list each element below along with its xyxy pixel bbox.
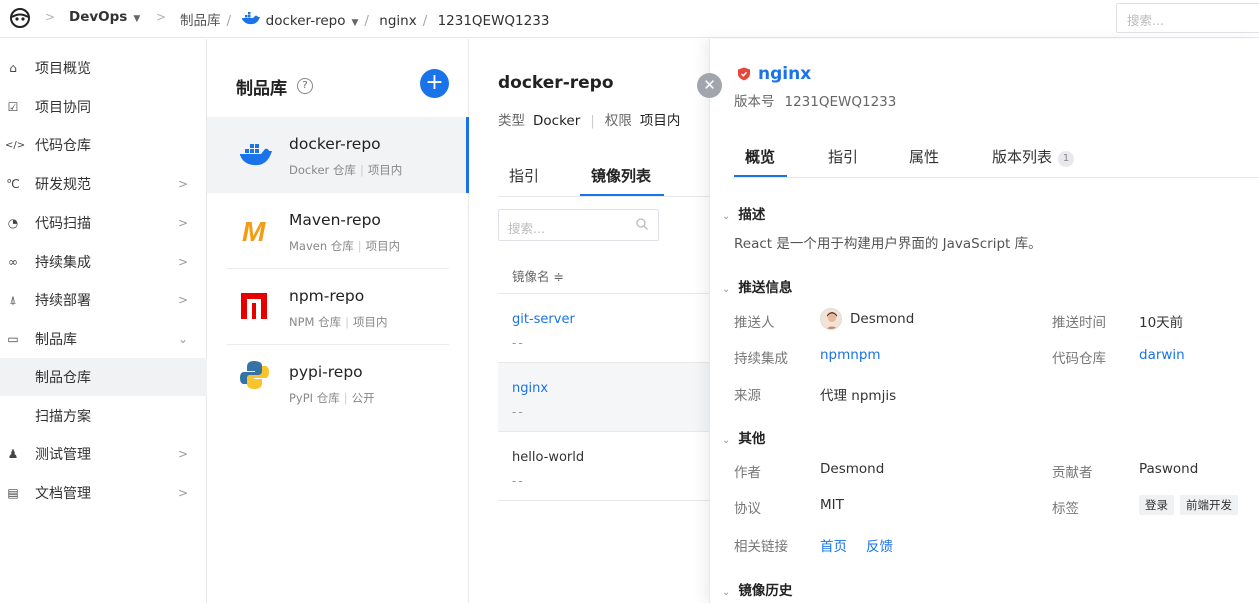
nav-item-test[interactable]: ♟ 测试管理 > [0,435,207,473]
chevron-down-icon: ⌄ [722,211,731,222]
global-search-input[interactable]: 搜索... [1116,3,1259,33]
repo-item-pypi[interactable]: pypi-repo PyPI 仓库 | 公开 [207,345,469,421]
nav-item-code[interactable]: </> 代码仓库 [0,126,207,164]
overview-icon: ⌂ [9,61,17,75]
breadcrumb-image[interactable]: nginx [379,13,416,29]
nav-item-artifact-repos[interactable]: 制品仓库 [0,358,207,396]
repo-tabs: 指引 镜像列表 [498,157,709,197]
nav-item-scan[interactable]: ◔ 代码扫描 > [0,204,207,242]
add-repo-button[interactable]: + [420,69,449,98]
chevron-right-icon: > [178,177,189,191]
tab-overview[interactable]: 概览 [745,146,775,167]
image-title: nginx [758,64,812,84]
active-tab-indicator [580,194,664,196]
repo-title: docker-repo [498,73,614,93]
image-row-git-server[interactable]: git-server -- [498,294,709,363]
top-bar: > DevOps ▼ > 制品库 / docker-repo ▼ / nginx/ 12… [0,0,1259,38]
chevron-right-icon: > [178,293,189,307]
tag-list: 登录 前端开发 [1139,495,1244,515]
tab-guide[interactable]: 指引 [509,165,539,186]
chevron-right-icon: > [178,255,189,269]
nav-item-deploy[interactable]: ⍋ 持续部署 > [0,281,207,319]
svg-text:M: M [242,216,266,245]
nav-item-ci[interactable]: ∞ 持续集成 > [0,243,207,281]
avatar [820,308,842,330]
chevron-down-icon: ⌄ [722,284,731,295]
docker-icon [242,12,261,25]
image-name-column-header[interactable]: 镜像名 ≑ [498,254,709,294]
test-icon: ♟ [7,447,19,461]
rule-icon: ℃ [6,177,20,191]
breadcrumb-artifact[interactable]: 制品库 [180,13,221,29]
repo-detail-panel: docker-repo 类型 Docker | 权限 项目内 指引 镜像列表 搜索...… [469,39,709,603]
chevron-right-icon: > [178,447,189,461]
image-row-hello-world[interactable]: hello-world -- [498,432,709,501]
nav-item-overview[interactable]: ⌂ 项目概览 [0,49,207,87]
close-detail-button[interactable]: ✕ [697,73,722,98]
repo-item-docker[interactable]: docker-repo Docker 仓库 | 项目内 [207,117,469,193]
project-switcher[interactable]: DevOps ▼ [69,9,140,25]
chevron-right-icon: > [45,10,56,24]
nav-item-artifact[interactable]: ▭ 制品库 ⌄ [0,320,207,358]
repo-item-maven[interactable]: M Maven-repo Maven 仓库 | 项目内 [207,193,469,269]
dropdown-arrow-icon: ▼ [133,14,141,24]
breadcrumb: 制品库 / docker-repo ▼ / nginx/ 1231QEWQ1233 [180,12,550,29]
deploy-icon: ⍋ [9,292,17,307]
tag[interactable]: 登录 [1139,495,1174,515]
chevron-right-icon: > [178,216,189,230]
section-image-history[interactable]: ⌄ 镜像历史 [722,579,792,599]
scan-icon: ◔ [7,216,19,230]
breadcrumb-version: 1231QEWQ1233 [437,13,550,29]
repo-item-npm[interactable]: npm-repo NPM 仓库 | 项目内 [207,269,469,345]
description-text: React 是一个用于构建用户界面的 JavaScript 库。 [734,236,1042,252]
chevron-right-icon: > [156,10,167,24]
repo-list-title: 制品库 [236,79,287,99]
docker-icon [240,144,272,166]
chevron-down-icon: ⌄ [722,435,731,446]
shield-icon [738,67,750,81]
section-description[interactable]: ⌄ 描述 [722,203,765,223]
repo-meta: 类型 Docker | 权限 项目内 [498,113,681,129]
doc-icon: ▤ [7,486,19,500]
npm-icon [241,293,267,319]
tab-version-list[interactable]: 版本列表 1 [992,146,1075,167]
ci-link[interactable]: npmnpm [820,347,881,363]
section-other[interactable]: ⌄ 其他 [722,427,765,447]
nav-item-rules[interactable]: ℃ 研发规范 > [0,165,207,203]
breadcrumb-repo[interactable]: docker-repo [266,13,346,29]
tab-image-list[interactable]: 镜像列表 [591,165,651,186]
ci-icon: ∞ [8,255,18,269]
maven-icon: M [242,216,266,245]
image-row-nginx[interactable]: nginx -- [498,363,709,432]
help-icon[interactable]: ? [297,78,313,94]
image-detail-drawer: nginx 版本号 1231QEWQ1233 概览 指引 属性 版本列表 1 ⌄ 描述… [709,39,1259,603]
left-nav: ⌂ 项目概览 ☑ 项目协同 </> 代码仓库 ℃ 研发规范 > ◔ 代码扫描 >… [0,39,207,603]
detail-tabs: 概览 指引 属性 版本列表 1 [734,136,1259,178]
chevron-down-icon: ⌄ [178,332,189,346]
nav-item-collab[interactable]: ☑ 项目协同 [0,88,207,126]
chevron-down-icon: ⌄ [722,587,731,598]
artifact-icon: ▭ [7,332,19,346]
dropdown-arrow-icon[interactable]: ▼ [352,18,359,28]
devops-logo-icon[interactable] [9,7,31,29]
section-push-info[interactable]: ⌄ 推送信息 [722,276,792,296]
tab-guide[interactable]: 指引 [828,146,858,167]
python-icon [240,361,269,389]
code-repo-link[interactable]: darwin [1139,347,1185,363]
feedback-link[interactable]: 反馈 [866,535,893,555]
nav-item-scan-plan[interactable]: 扫描方案 [0,397,207,435]
nav-item-docs[interactable]: ▤ 文档管理 > [0,474,207,512]
image-search-input[interactable]: 搜索... [498,209,659,241]
code-icon: </> [5,139,26,151]
tag[interactable]: 前端开发 [1180,495,1238,515]
active-tab-indicator [734,175,787,177]
version-count-badge: 1 [1058,151,1075,167]
search-icon [636,218,648,230]
chevron-right-icon: > [178,486,189,500]
version-info: 版本号 1231QEWQ1233 [734,94,897,110]
tab-properties[interactable]: 属性 [909,146,939,167]
repo-list-panel: 制品库 ? + docker-repo Docker 仓库 | 项目内 M Mave… [207,39,469,603]
homepage-link[interactable]: 首页 [820,535,847,555]
collab-icon: ☑ [7,100,19,114]
